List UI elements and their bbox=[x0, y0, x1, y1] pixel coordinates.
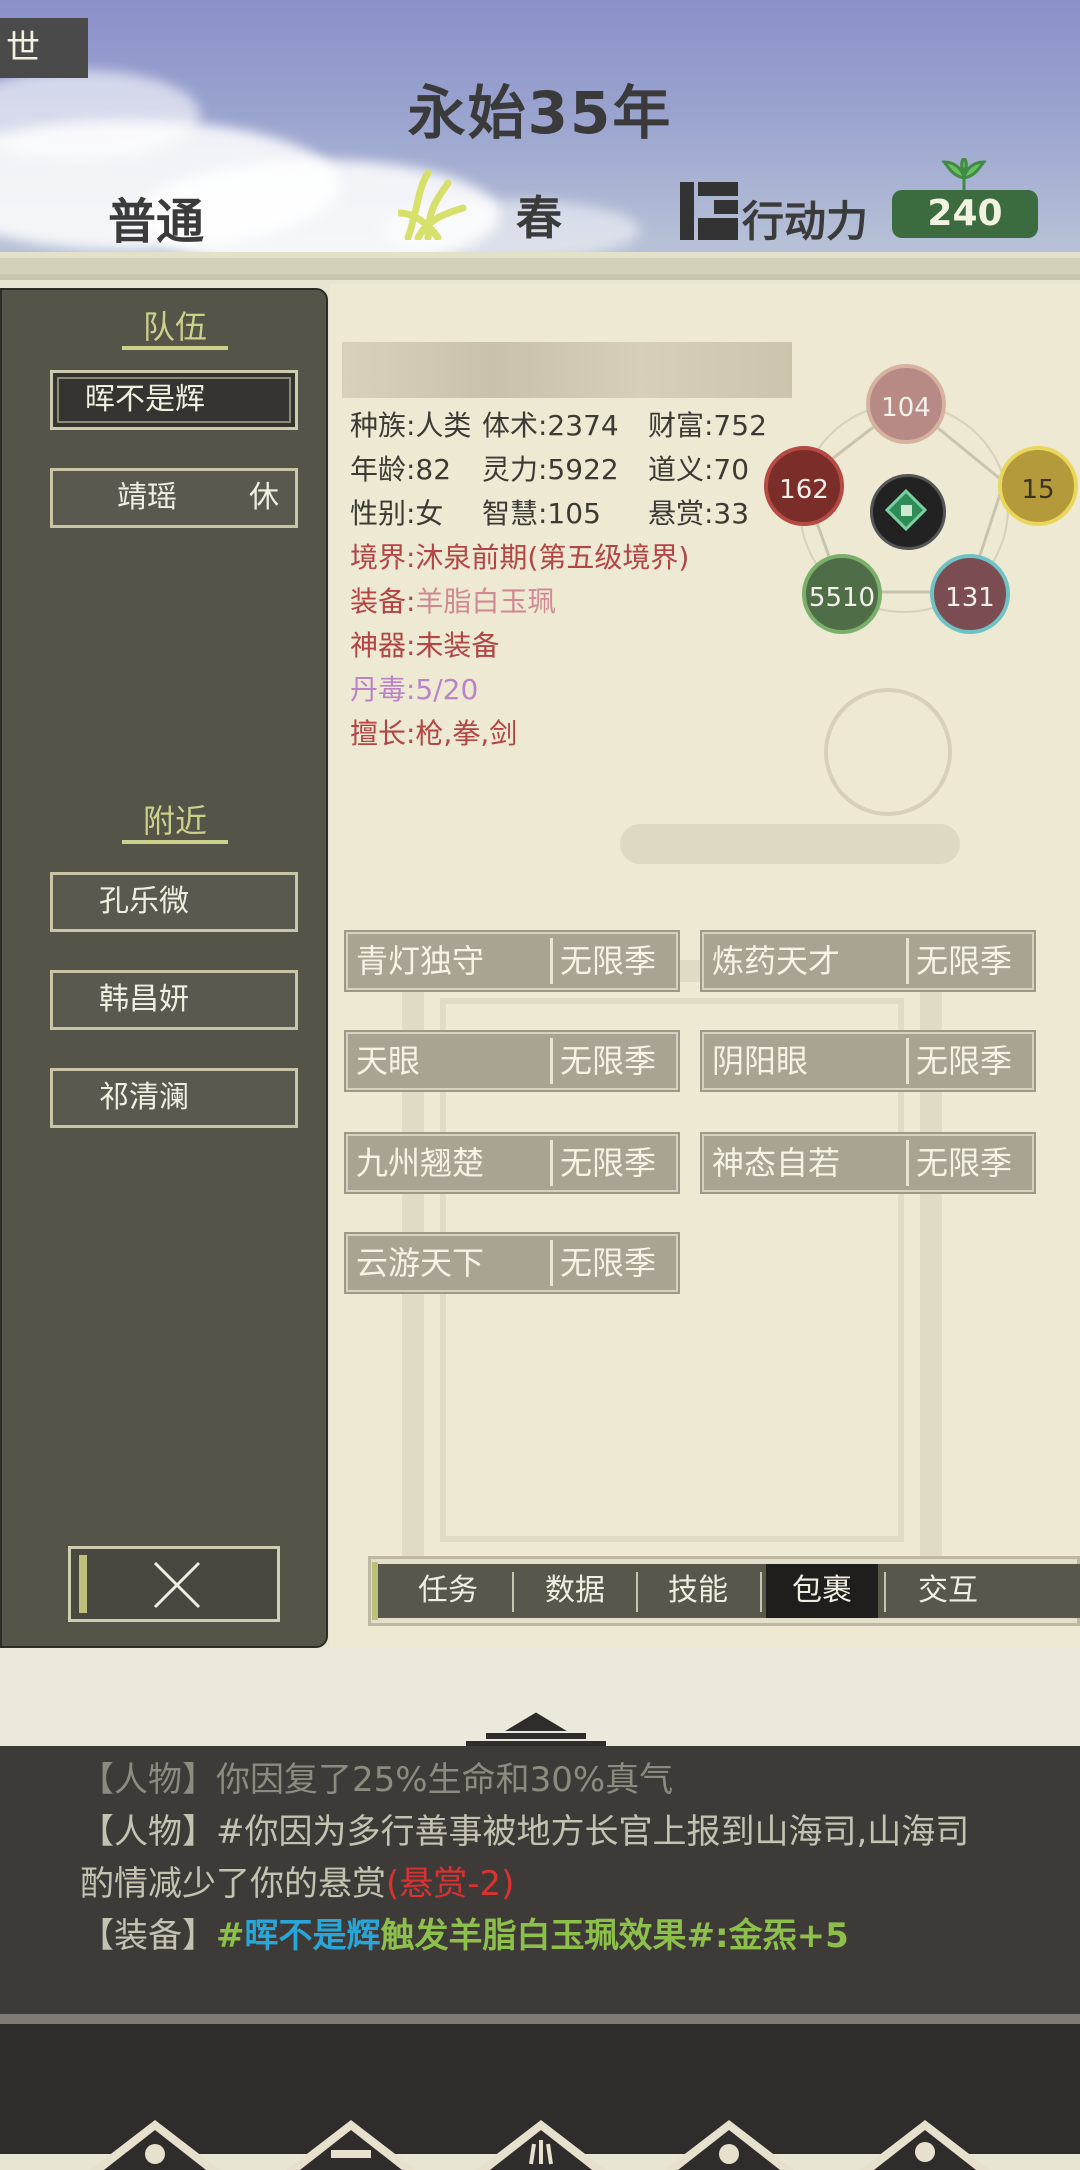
trait-name: 神态自若 bbox=[712, 1144, 841, 1182]
tab-skills[interactable]: 技能 bbox=[638, 1564, 758, 1618]
rest-status: 休 bbox=[249, 480, 279, 515]
event-log: 【人物】你因复了25%生命和30%真气 【人物】#你因为多行善事被地方长官上报到… bbox=[0, 1746, 1080, 2014]
stat-bounty: 悬赏:33 bbox=[648, 497, 750, 530]
character-name-redacted bbox=[342, 342, 792, 398]
stat-gender: 性别:女 bbox=[350, 497, 444, 530]
element-center-orb bbox=[870, 474, 946, 550]
nearby-character-name: 孔乐微 bbox=[99, 884, 189, 919]
trait-duration: 无限季 bbox=[916, 1042, 1013, 1080]
stat-specialty: 擅长:枪,拳,剑 bbox=[350, 717, 518, 750]
trait-item[interactable]: 炼药天才 无限季 bbox=[702, 932, 1034, 990]
nearby-section-title: 附近 bbox=[142, 802, 207, 840]
log-character-name: 晖不是辉 bbox=[244, 1916, 381, 1956]
trait-duration: 无限季 bbox=[916, 942, 1013, 980]
tab-inventory[interactable]: 包裹 bbox=[766, 1564, 878, 1618]
trait-item[interactable]: 云游天下 无限季 bbox=[346, 1234, 678, 1292]
log-tag: 【人物】 bbox=[80, 1812, 216, 1852]
grass-icon bbox=[398, 169, 467, 240]
nearby-character-name: 祁清澜 bbox=[99, 1080, 189, 1115]
nav-icon-2[interactable] bbox=[286, 2120, 416, 2170]
element-earth-orb[interactable]: 15 bbox=[998, 446, 1078, 526]
tab-separator bbox=[760, 1572, 762, 1612]
nav-icon-3[interactable] bbox=[476, 2120, 606, 2170]
stat-pill-poison: 丹毒:5/20 bbox=[350, 673, 479, 706]
team-member-name: 靖瑶 bbox=[117, 480, 177, 515]
stat-race: 种族:人类 bbox=[350, 409, 472, 442]
stat-body: 体术:2374 bbox=[482, 409, 619, 442]
log-line: 【人物】#你因为多行善事被地方长官上报到山海司,山海司 bbox=[80, 1804, 969, 1853]
tab-bar-accent bbox=[372, 1562, 378, 1620]
element-wood-orb[interactable]: 5510 bbox=[802, 554, 882, 634]
log-line: 酌情减少了你的悬赏(悬赏-2) bbox=[80, 1856, 514, 1905]
trait-name: 炼药天才 bbox=[712, 942, 841, 980]
trait-name: 阴阳眼 bbox=[712, 1042, 809, 1080]
trait-item[interactable]: 神态自若 无限季 bbox=[702, 1134, 1034, 1192]
log-line: 【装备】#晖不是辉触发羊脂白玉珮效果#:金炁+5 bbox=[80, 1908, 849, 1957]
trait-duration: 无限季 bbox=[560, 942, 657, 980]
trait-item[interactable]: 九州翘楚 无限季 bbox=[346, 1134, 678, 1192]
nearby-character-1[interactable]: 孔乐微 bbox=[50, 872, 298, 932]
header-divider bbox=[0, 252, 1080, 280]
tab-data[interactable]: 数据 bbox=[514, 1564, 636, 1618]
trait-duration: 无限季 bbox=[560, 1144, 657, 1182]
stat-spirit: 灵力:5922 bbox=[482, 453, 619, 486]
nearby-character-name: 韩昌妍 bbox=[99, 982, 189, 1017]
trait-name: 云游天下 bbox=[356, 1244, 485, 1282]
stat-artifact: 神器:未装备 bbox=[350, 629, 500, 662]
year-title: 永始35年 bbox=[407, 79, 673, 147]
team-member-1[interactable]: 晖不是辉 bbox=[50, 370, 298, 430]
log-text: #你因为多行善事被地方长官上报到山海司,山海司 bbox=[216, 1812, 970, 1852]
log-line: 【人物】你因复了25%生命和30%真气 bbox=[80, 1760, 674, 1800]
difficulty-label: 普通 bbox=[108, 194, 205, 250]
nav-icon-4[interactable] bbox=[664, 2120, 794, 2170]
nearby-character-3[interactable]: 祁清澜 bbox=[50, 1068, 298, 1128]
equipment-label: 装备: bbox=[350, 585, 416, 618]
nav-icon-1[interactable] bbox=[90, 2120, 220, 2170]
trait-duration: 无限季 bbox=[560, 1244, 657, 1282]
sprout-icon bbox=[942, 158, 986, 190]
log-text: 酌情减少了你的悬赏 bbox=[80, 1864, 386, 1904]
stat-age: 年龄:82 bbox=[350, 453, 452, 486]
close-button[interactable] bbox=[68, 1546, 280, 1622]
stat-equipment: 装备:羊脂白玉珮 bbox=[350, 580, 555, 620]
trait-name: 九州翘楚 bbox=[356, 1144, 485, 1182]
trait-item[interactable]: 天眼 无限季 bbox=[346, 1032, 678, 1090]
action-points-label: 行动力 bbox=[742, 197, 869, 246]
action-points-icon bbox=[680, 182, 738, 240]
trait-item[interactable]: 青灯独守 无限季 bbox=[346, 932, 678, 990]
action-points-value: 240 bbox=[892, 190, 1038, 238]
team-member-2[interactable]: 靖瑶 休 bbox=[50, 468, 298, 528]
team-title-underline bbox=[122, 346, 228, 350]
trait-name: 天眼 bbox=[356, 1042, 421, 1080]
element-water-orb[interactable]: 131 bbox=[930, 554, 1010, 634]
team-section-title: 队伍 bbox=[142, 308, 207, 346]
log-tag: 【装备】 bbox=[80, 1916, 216, 1956]
stat-righteousness: 道义:70 bbox=[648, 453, 750, 486]
log-highlight-red: (悬赏-2) bbox=[386, 1864, 515, 1904]
trait-name: 青灯独守 bbox=[356, 942, 485, 980]
tab-interact[interactable]: 交互 bbox=[886, 1564, 1010, 1618]
stat-wisdom: 智慧:105 bbox=[482, 497, 601, 530]
nearby-character-2[interactable]: 韩昌妍 bbox=[50, 970, 298, 1030]
tab-tasks[interactable]: 任务 bbox=[386, 1564, 510, 1618]
trait-duration: 无限季 bbox=[916, 1144, 1013, 1182]
bottom-nav-bar bbox=[0, 2014, 1080, 2170]
element-metal-orb[interactable]: 104 bbox=[866, 364, 946, 444]
nav-icon-5[interactable] bbox=[860, 2120, 990, 2170]
element-fire-orb[interactable]: 162 bbox=[764, 446, 844, 526]
trait-item[interactable]: 阴阳眼 无限季 bbox=[702, 1032, 1034, 1090]
stat-wealth: 财富:752 bbox=[648, 409, 767, 442]
season-label: 春 bbox=[516, 191, 562, 245]
diamond-icon bbox=[884, 488, 928, 532]
team-member-name: 晖不是辉 bbox=[85, 382, 205, 417]
log-highlight-green: 触发羊脂白玉珮效果#:金炁+5 bbox=[380, 1916, 849, 1956]
stat-realm: 境界:沐泉前期(第五级境界) bbox=[350, 541, 690, 574]
log-hash: # bbox=[216, 1916, 245, 1956]
collapse-handle-icon[interactable] bbox=[466, 1708, 606, 1748]
equipment-value[interactable]: 羊脂白玉珮 bbox=[415, 585, 555, 618]
close-icon bbox=[153, 1561, 201, 1609]
nearby-title-underline bbox=[122, 840, 228, 844]
trait-duration: 无限季 bbox=[560, 1042, 657, 1080]
